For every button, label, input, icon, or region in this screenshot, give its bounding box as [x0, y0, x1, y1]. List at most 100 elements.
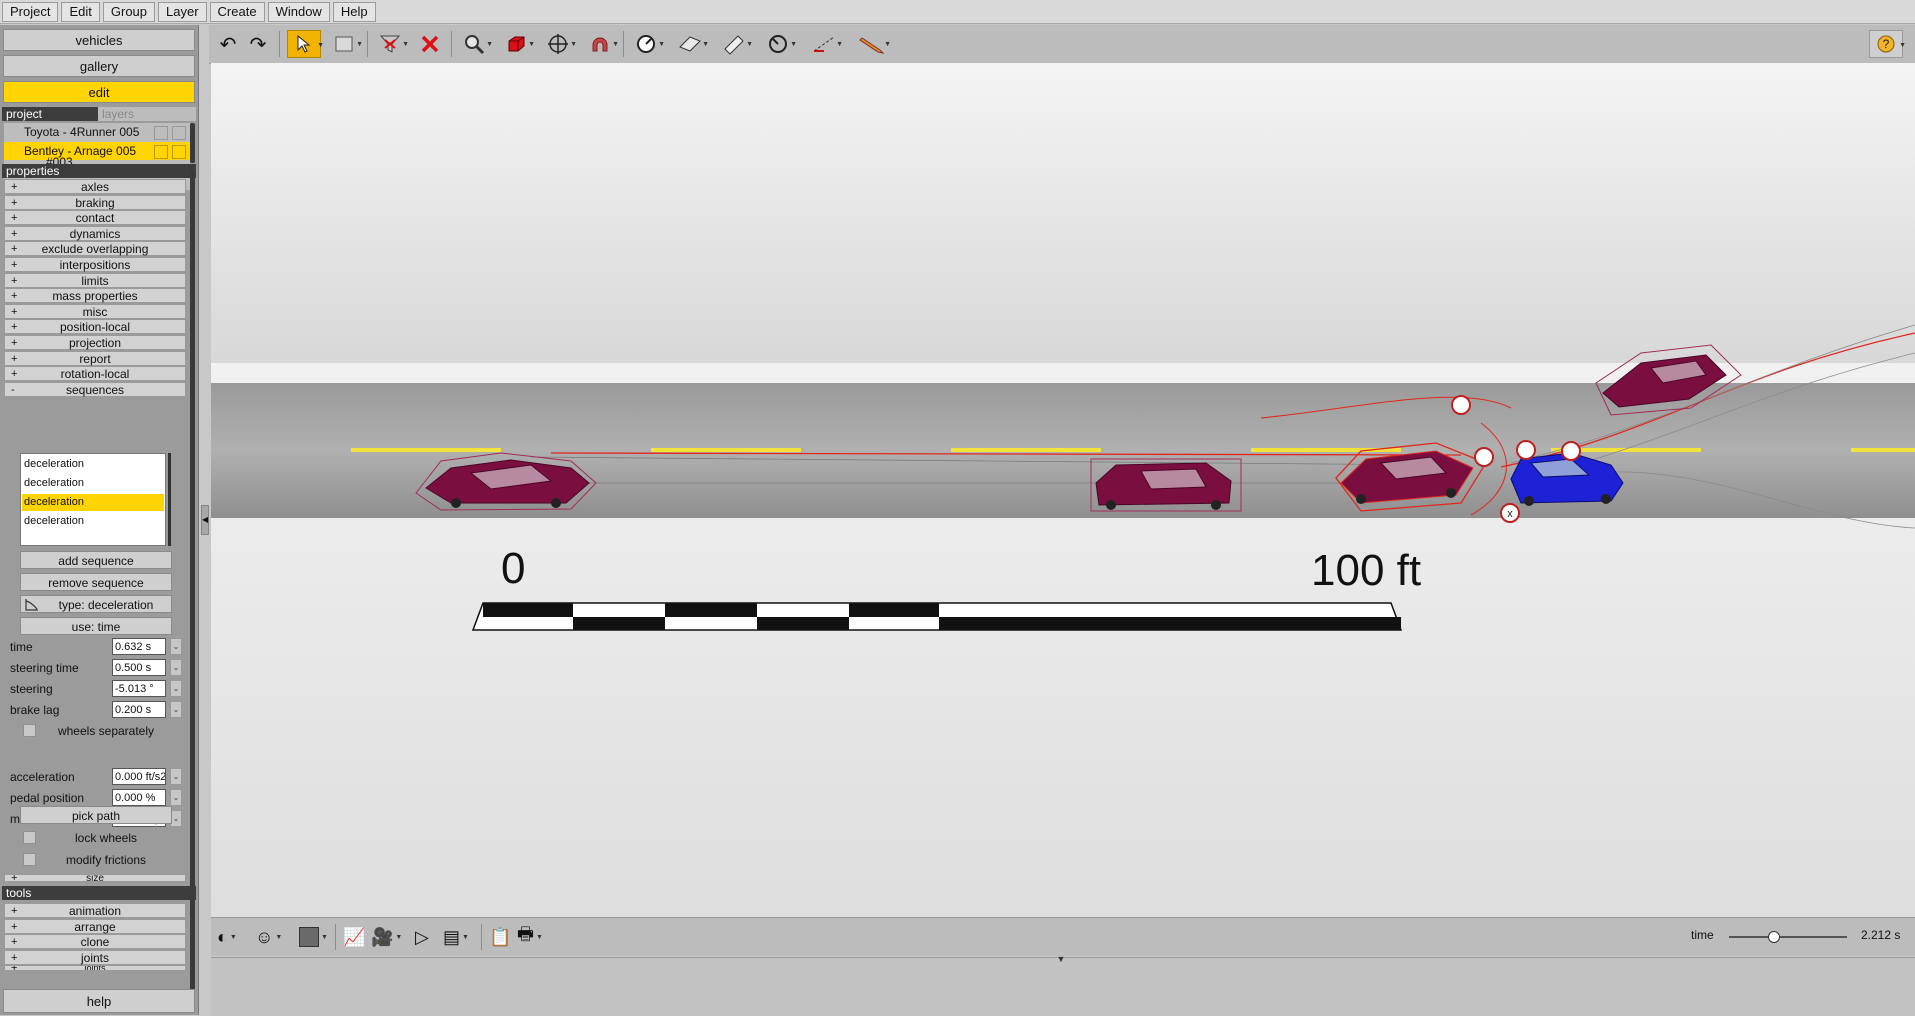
sequence-item[interactable]: deceleration — [22, 475, 164, 492]
property-row-contact[interactable]: + contact — [4, 210, 186, 226]
menu-create[interactable]: Create — [209, 1, 265, 22]
vehicle-list-item[interactable]: Toyota - 4Runner 005 — [4, 123, 190, 141]
vehicle-list-item-selected[interactable]: Bentley - Arnage 005 — [4, 142, 190, 160]
property-row-report[interactable]: + report — [4, 350, 186, 366]
tool-row-arrange[interactable]: + arrange — [4, 918, 186, 934]
shading-button[interactable]: ◐ ▼ — [217, 924, 237, 950]
steering-input[interactable]: -5.013 ° — [112, 680, 166, 697]
property-row-dynamics[interactable]: + dynamics — [4, 225, 186, 241]
property-row-interpositions[interactable]: + interpositions — [4, 257, 186, 272]
spin-arrow-icon[interactable]: ⌄ — [170, 789, 182, 806]
spin-arrow-icon[interactable]: ⌄ — [170, 638, 182, 655]
pick-path-button[interactable]: pick path — [20, 806, 172, 824]
help-menu-button[interactable]: ? ▼ — [1869, 30, 1906, 58]
stretch-handle-icon — [1474, 447, 1494, 467]
property-row-position-local[interactable]: + position-local — [4, 319, 186, 335]
pencil-button[interactable]: ▼ — [857, 30, 891, 58]
graph-button[interactable]: 📈 — [343, 924, 365, 950]
object-button[interactable]: ▼ — [501, 30, 535, 58]
report-button[interactable]: 📋 — [489, 924, 511, 950]
remove-sequence-button[interactable]: remove sequence — [20, 573, 172, 591]
wheels-separately-checkbox[interactable] — [23, 724, 36, 737]
selection-box-button[interactable]: ▼ — [329, 30, 363, 58]
menu-layer[interactable]: Layer — [158, 1, 207, 22]
menu-edit[interactable]: Edit — [61, 1, 100, 22]
expand-panel-icon[interactable]: ▼ — [1053, 954, 1069, 964]
select-tool-button[interactable]: ▼ — [287, 30, 324, 58]
vehicle-list-scrollbar[interactable] — [190, 123, 195, 163]
spin-arrow-icon[interactable]: ⌄ — [170, 680, 182, 697]
surface-button[interactable]: ▼ — [675, 30, 709, 58]
property-row-projection[interactable]: + projection — [4, 335, 186, 350]
help-button[interactable]: help — [3, 989, 195, 1013]
dimension-button[interactable]: ▼ — [809, 30, 843, 58]
property-row-size[interactable]: + size — [4, 874, 186, 882]
property-label: size — [86, 874, 104, 882]
visibility-toggle[interactable] — [154, 145, 168, 159]
measure-button[interactable]: ▼ — [763, 30, 797, 58]
move-tool-button[interactable]: ▼ — [543, 30, 577, 58]
sequence-item[interactable]: deceleration — [22, 456, 164, 473]
playback-options-button[interactable]: ▤ ▼ — [443, 924, 469, 950]
edit-button[interactable]: edit — [3, 81, 195, 103]
steering-time-input[interactable]: 0.500 s — [112, 659, 166, 676]
zoom-button[interactable]: ▼ — [459, 30, 493, 58]
print-button[interactable]: 🖶 ▼ — [517, 924, 543, 950]
tool-row-animation[interactable]: + animation — [4, 903, 186, 918]
property-row-exclude-overlapping[interactable]: + exclude overlapping — [4, 241, 186, 257]
add-sequence-button[interactable]: add sequence — [20, 551, 172, 569]
property-row-rotation-local[interactable]: + rotation-local — [4, 366, 186, 382]
menu-window[interactable]: Window — [267, 1, 330, 22]
menu-group[interactable]: Group — [102, 1, 156, 22]
collapse-panel-handle[interactable]: ◀ — [201, 505, 209, 535]
camera-button[interactable]: 🎥 ▼ — [371, 924, 402, 950]
play-button[interactable]: ▷ — [415, 924, 429, 950]
sequence-item[interactable]: deceleration — [22, 513, 164, 530]
view-head-button[interactable]: ☺ ▼ — [255, 924, 282, 950]
menu-help[interactable]: Help — [332, 1, 376, 22]
sequence-list-scrollbar[interactable] — [168, 453, 171, 546]
brake-lag-input[interactable]: 0.200 s — [112, 701, 166, 718]
snap-button[interactable]: ▼ — [585, 30, 619, 58]
lock-wheels-checkbox[interactable] — [23, 831, 36, 844]
tool-row-joints[interactable]: + joints — [4, 965, 186, 972]
menu-project[interactable]: Project — [2, 1, 59, 22]
gallery-button[interactable]: gallery — [3, 55, 195, 77]
scene-viewport[interactable]: x 0 100 ft — [211, 63, 1915, 917]
time-slider[interactable] — [1729, 931, 1847, 943]
time-input[interactable]: 0.632 s — [112, 638, 166, 655]
properties-scrollbar[interactable] — [190, 171, 195, 909]
property-row-misc[interactable]: + misc — [4, 303, 186, 319]
sequence-type-button[interactable]: type: deceleration — [20, 595, 172, 613]
gauge-button[interactable]: ▼ — [631, 30, 665, 58]
ruler-button[interactable]: ▼ — [719, 30, 753, 58]
acceleration-input[interactable]: 0.000 ft/s2 — [112, 768, 166, 785]
redo-button[interactable]: ↷ — [243, 30, 273, 58]
lock-toggle[interactable] — [172, 145, 186, 159]
time-slider-thumb[interactable] — [1767, 931, 1780, 943]
pedal-position-input[interactable]: 0.000 % — [112, 789, 166, 806]
tab-project[interactable]: project — [6, 107, 42, 121]
filter-button[interactable]: ▼ — [375, 30, 409, 58]
spin-arrow-icon[interactable]: ⌄ — [170, 659, 182, 676]
background-button[interactable]: ▼ — [299, 924, 328, 950]
property-row-sequences[interactable]: - sequences — [4, 381, 186, 397]
tab-layers[interactable]: layers — [98, 107, 196, 121]
tool-row-clone[interactable]: + clone — [4, 934, 186, 950]
sequence-use-button[interactable]: use: time — [20, 617, 172, 635]
sequence-item-selected[interactable]: deceleration — [22, 494, 164, 511]
spin-arrow-icon[interactable]: ⌄ — [170, 701, 182, 718]
tool-row-joints[interactable]: + joints — [4, 949, 186, 965]
lock-toggle[interactable] — [172, 126, 186, 140]
visibility-toggle[interactable] — [154, 126, 168, 140]
modify-frictions-checkbox[interactable] — [23, 853, 36, 866]
expand-icon: + — [11, 368, 18, 381]
property-row-limits[interactable]: + limits — [4, 272, 186, 288]
spin-arrow-icon[interactable]: ⌄ — [170, 768, 182, 785]
property-row-mass-properties[interactable]: + mass properties — [4, 288, 186, 304]
vehicles-button[interactable]: vehicles — [3, 29, 195, 51]
undo-button[interactable]: ↶ — [213, 30, 243, 58]
delete-button[interactable] — [415, 30, 445, 58]
property-row-braking[interactable]: + braking — [4, 194, 186, 210]
property-row-axles[interactable]: + axles — [4, 179, 186, 194]
